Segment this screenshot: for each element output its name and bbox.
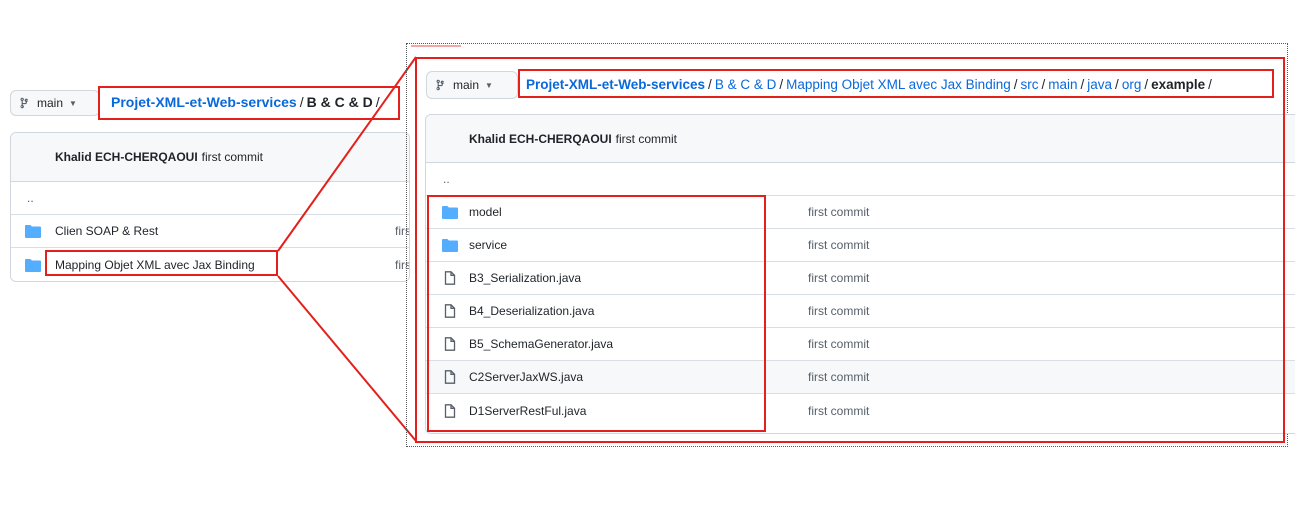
highlight-box-zoom-outer — [415, 57, 1285, 443]
